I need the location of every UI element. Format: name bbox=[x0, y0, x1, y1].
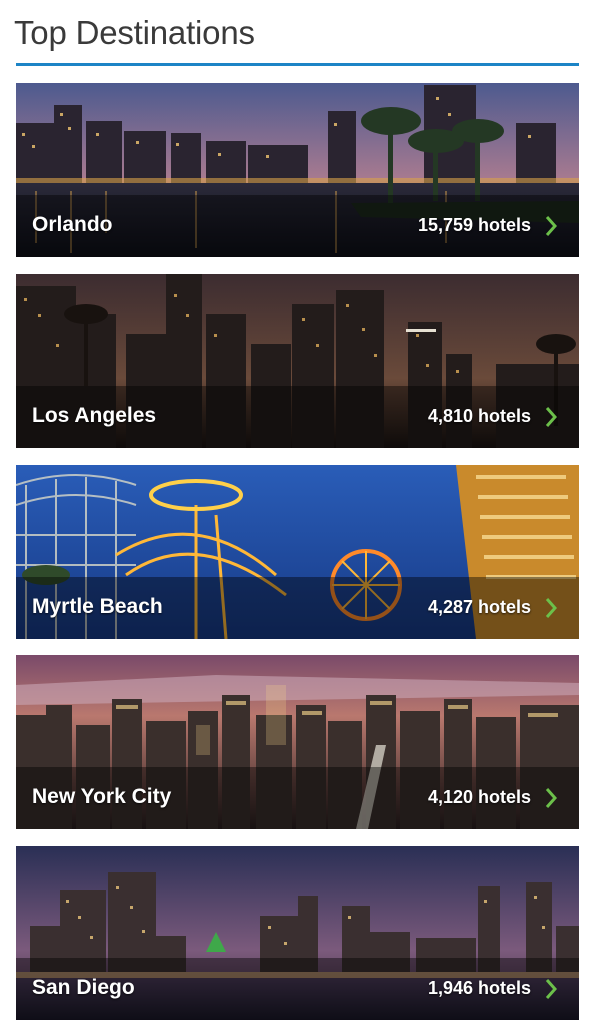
destination-card-los-angeles[interactable]: Los Angeles 4,810 hotels bbox=[16, 274, 579, 448]
destination-card-new-york-city[interactable]: New York City 4,120 hotels bbox=[16, 655, 579, 829]
hotel-count: 15,759 hotels bbox=[417, 215, 531, 235]
page-header: Top Destinations bbox=[0, 0, 589, 70]
chevron-right-icon bbox=[545, 979, 557, 999]
chevron-right-icon bbox=[545, 407, 557, 427]
destination-card-san-diego[interactable]: San Diego 1,946 hotels bbox=[16, 846, 579, 1020]
chevron-right-icon bbox=[545, 598, 557, 618]
chevron-right-icon bbox=[545, 788, 557, 808]
page-title: Top Destinations bbox=[14, 14, 255, 51]
destination-name: Los Angeles bbox=[32, 404, 157, 427]
hotel-count: 4,287 hotels bbox=[427, 597, 531, 617]
destination-name: New York City bbox=[32, 785, 172, 808]
hotel-count: 4,810 hotels bbox=[427, 406, 531, 426]
destination-name: San Diego bbox=[32, 976, 135, 999]
destination-card-orlando[interactable]: Orlando 15,759 hotels bbox=[16, 83, 579, 257]
title-underline bbox=[16, 63, 579, 66]
chevron-right-icon bbox=[545, 216, 557, 236]
destination-name: Orlando bbox=[32, 213, 113, 236]
destination-card-myrtle-beach[interactable]: Myrtle Beach 4,287 hotels bbox=[16, 465, 579, 639]
hotel-count: 4,120 hotels bbox=[427, 787, 531, 807]
destination-name: Myrtle Beach bbox=[32, 595, 163, 618]
hotel-count: 1,946 hotels bbox=[427, 978, 531, 998]
